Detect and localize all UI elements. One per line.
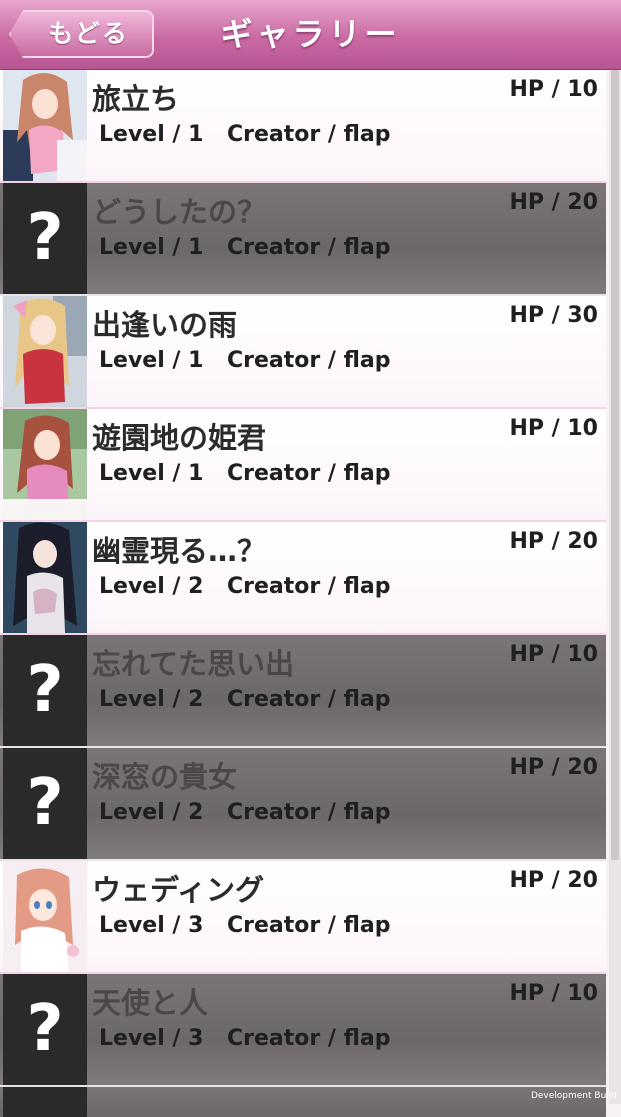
locked-thumbnail: ? xyxy=(3,748,87,859)
locked-thumbnail: ? xyxy=(3,183,87,294)
gallery-item-level: Level / 2 xyxy=(99,800,204,825)
gallery-thumbnail xyxy=(3,522,87,633)
gallery-item-level: Level / 3 xyxy=(99,913,204,938)
gallery-item-creator: Creator / flap xyxy=(227,913,391,938)
gallery-thumbnail xyxy=(3,409,87,520)
question-mark-icon: ? xyxy=(26,201,64,275)
gallery-thumbnail xyxy=(3,861,87,972)
gallery-item-hp: HP / 20 xyxy=(509,868,598,893)
gallery-item-0[interactable]: 旅立ち HP / 10 Level / 1 Creator / flap xyxy=(0,70,606,183)
gallery-list: 旅立ち HP / 10 Level / 1 Creator / flap ? ど… xyxy=(0,70,621,1117)
gallery-item-title: 深窓の貴女 xyxy=(92,760,238,794)
locked-thumbnail xyxy=(3,1087,87,1117)
gallery-item-title: 出逢いの雨 xyxy=(92,308,238,342)
gallery-item-2[interactable]: 出逢いの雨 HP / 30 Level / 1 Creator / flap xyxy=(0,296,606,409)
gallery-item-8[interactable]: ? 天使と人 HP / 10 Level / 3 Creator / flap xyxy=(0,974,606,1087)
gallery-item-title: どうしたの？ xyxy=(92,195,267,229)
gallery-item-creator: Creator / flap xyxy=(227,1026,391,1051)
scrollbar-thumb[interactable] xyxy=(611,70,619,860)
gallery-thumbnail xyxy=(3,70,87,181)
development-build-label: Development Build xyxy=(530,1091,617,1101)
gallery-item-creator: Creator / flap xyxy=(227,461,391,486)
gallery-item-hp: HP / 10 xyxy=(509,981,598,1006)
gallery-item-title: 遊園地の姫君 xyxy=(92,421,267,455)
gallery-item-level: Level / 1 xyxy=(99,348,204,373)
scrollbar[interactable] xyxy=(609,70,621,1104)
gallery-item-title: 天使と人 xyxy=(92,986,209,1020)
gallery-item-title: 幽霊現る…？ xyxy=(92,534,267,568)
gallery-item-4[interactable]: 幽霊現る…？ HP / 20 Level / 2 Creator / flap xyxy=(0,522,606,635)
gallery-item-creator: Creator / flap xyxy=(227,235,391,260)
locked-thumbnail: ? xyxy=(3,974,87,1085)
header-bar: ギャラリー もどる xyxy=(0,0,621,70)
gallery-item-level: Level / 3 xyxy=(99,1026,204,1051)
gallery-item-creator: Creator / flap xyxy=(227,800,391,825)
gallery-item-hp: HP / 10 xyxy=(509,642,598,667)
gallery-thumbnail xyxy=(3,296,87,407)
gallery-item-level: Level / 1 xyxy=(99,461,204,486)
gallery-item-hp: HP / 20 xyxy=(509,190,598,215)
gallery-item-creator: Creator / flap xyxy=(227,122,391,147)
gallery-item-hp: HP / 10 xyxy=(509,77,598,102)
gallery-item-6[interactable]: ? 深窓の貴女 HP / 20 Level / 2 Creator / flap xyxy=(0,748,606,861)
gallery-item-creator: Creator / flap xyxy=(227,348,391,373)
gallery-item-title: 旅立ち xyxy=(92,82,180,116)
gallery-item-5[interactable]: ? 忘れてた思い出 HP / 10 Level / 2 Creator / fl… xyxy=(0,635,606,748)
question-mark-icon: ? xyxy=(26,766,64,840)
gallery-item-level: Level / 2 xyxy=(99,574,204,599)
gallery-item-level: Level / 2 xyxy=(99,687,204,712)
gallery-item-3[interactable]: 遊園地の姫君 HP / 10 Level / 1 Creator / flap xyxy=(0,409,606,522)
gallery-item-1[interactable]: ? どうしたの？ HP / 20 Level / 1 Creator / fla… xyxy=(0,183,606,296)
gallery-item-hp: HP / 20 xyxy=(509,529,598,554)
locked-thumbnail: ? xyxy=(3,635,87,746)
gallery-item-hp: HP / 30 xyxy=(509,303,598,328)
gallery-item-creator: Creator / flap xyxy=(227,574,391,599)
gallery-item-partial[interactable] xyxy=(0,1087,606,1117)
gallery-item-hp: HP / 20 xyxy=(509,755,598,780)
gallery-item-title: 忘れてた思い出 xyxy=(92,647,295,681)
question-mark-icon: ? xyxy=(26,992,64,1066)
back-button[interactable]: もどる xyxy=(9,10,154,58)
gallery-item-title: ウェディング xyxy=(92,873,264,907)
gallery-item-level: Level / 1 xyxy=(99,122,204,147)
question-mark-icon: ? xyxy=(26,653,64,727)
gallery-item-level: Level / 1 xyxy=(99,235,204,260)
gallery-item-hp: HP / 10 xyxy=(509,416,598,441)
gallery-item-7[interactable]: ウェディング HP / 20 Level / 3 Creator / flap xyxy=(0,861,606,974)
gallery-item-creator: Creator / flap xyxy=(227,687,391,712)
